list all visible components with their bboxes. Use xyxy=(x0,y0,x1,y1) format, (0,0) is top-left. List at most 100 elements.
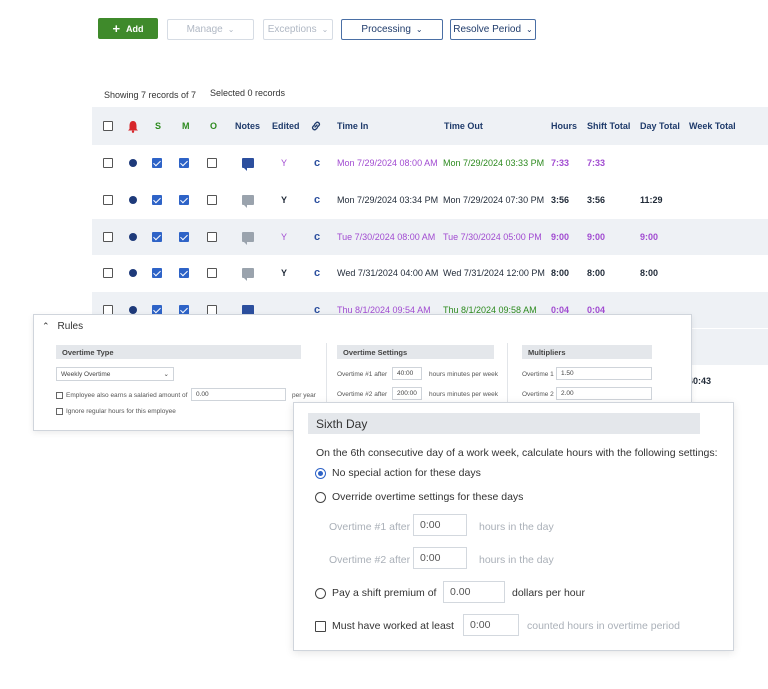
overtime-type-heading: Overtime Type xyxy=(56,345,301,359)
time-out[interactable]: Tue 7/30/2024 05:00 PM xyxy=(443,219,542,255)
time-out[interactable]: Wed 7/31/2024 12:00 PM xyxy=(443,255,545,291)
row-checkbox[interactable] xyxy=(103,195,113,205)
time-in[interactable]: Tue 7/30/2024 08:00 AM xyxy=(337,219,435,255)
override-radio[interactable] xyxy=(315,492,326,503)
note-icon[interactable] xyxy=(242,195,254,208)
must-worked-input[interactable]: 0:00 xyxy=(463,614,519,636)
status-dot xyxy=(129,196,137,204)
ot1-label: Overtime #1 after xyxy=(337,371,388,378)
s-checkbox[interactable] xyxy=(152,232,162,242)
shift-total: 7:33 xyxy=(587,158,606,168)
hours: 3:56 xyxy=(551,195,570,205)
time-in[interactable]: Mon 7/29/2024 08:00 AM xyxy=(337,145,438,181)
link-bracket-icon[interactable]: c xyxy=(314,145,320,181)
link-bracket-icon[interactable]: c xyxy=(314,182,320,218)
link-bracket-icon[interactable]: c xyxy=(314,255,320,291)
column-time-in[interactable]: Time In xyxy=(337,107,368,145)
mult2-label: Overtime 2 xyxy=(522,391,554,398)
column-hours[interactable]: Hours xyxy=(551,107,577,145)
m-checkbox[interactable] xyxy=(179,232,189,242)
hours: 7:33 xyxy=(551,158,570,168)
ot2-label: Overtime #2 after xyxy=(329,554,411,566)
processing-dropdown[interactable]: Processing ⌄ xyxy=(341,19,443,40)
note-icon[interactable] xyxy=(242,268,254,281)
status-dot xyxy=(129,233,137,241)
s-checkbox[interactable] xyxy=(152,158,162,168)
column-edited[interactable]: Edited xyxy=(272,107,300,145)
note-icon[interactable] xyxy=(242,158,254,171)
ot2-unit: hours in the day xyxy=(479,554,554,566)
premium-input[interactable]: 0.00 xyxy=(443,581,505,603)
mult2-input[interactable]: 2.00 xyxy=(556,387,652,400)
selected-count: Selected 0 records xyxy=(210,88,286,98)
mult1-label: Overtime 1 xyxy=(522,371,554,378)
time-out[interactable]: Mon 7/29/2024 03:33 PM xyxy=(443,145,544,181)
row-checkbox[interactable] xyxy=(103,268,113,278)
premium-label: Pay a shift premium of xyxy=(332,587,437,599)
ot2-label: Overtime #2 after xyxy=(337,391,388,398)
s-checkbox[interactable] xyxy=(152,195,162,205)
add-button[interactable]: + Add xyxy=(98,18,158,39)
ot2-input[interactable]: 200:00 xyxy=(392,387,422,400)
time-out[interactable]: Mon 7/29/2024 07:30 PM xyxy=(443,182,544,218)
per-year-label: per year xyxy=(292,392,316,399)
rules-header[interactable]: ⌃ Rules xyxy=(42,321,83,332)
row-checkbox[interactable] xyxy=(103,158,113,168)
override-label: Override overtime settings for these day… xyxy=(332,491,524,503)
edited-flag: Y xyxy=(281,195,288,205)
o-checkbox[interactable] xyxy=(207,158,217,168)
column-time-out[interactable]: Time Out xyxy=(444,107,483,145)
m-checkbox[interactable] xyxy=(179,158,189,168)
salaried-checkbox[interactable] xyxy=(56,392,63,399)
column-notes[interactable]: Notes xyxy=(235,107,260,145)
ot1-unit: hours in the day xyxy=(479,521,554,533)
mult1-input[interactable]: 1.50 xyxy=(556,367,652,380)
shift-total: 9:00 xyxy=(587,232,606,242)
chevron-up-icon[interactable]: ⌃ xyxy=(42,321,50,332)
manage-dropdown[interactable]: Manage ⌄ xyxy=(167,19,254,40)
m-checkbox[interactable] xyxy=(179,268,189,278)
ot1-label: Overtime #1 after xyxy=(329,521,411,533)
time-in[interactable]: Mon 7/29/2024 03:34 PM xyxy=(337,182,438,218)
link-icon xyxy=(310,107,322,145)
resolve-period-dropdown[interactable]: Resolve Period ⌄ xyxy=(450,19,536,40)
row-checkbox[interactable] xyxy=(103,232,113,242)
select-all-checkbox[interactable] xyxy=(103,121,113,131)
table-row[interactable]: Y c Mon 7/29/2024 08:00 AM Mon 7/29/2024… xyxy=(92,145,768,181)
chevron-down-icon: ⌄ xyxy=(227,25,235,34)
column-day-total[interactable]: Day Total xyxy=(640,107,680,145)
premium-radio[interactable] xyxy=(315,588,326,599)
exceptions-dropdown[interactable]: Exceptions ⌄ xyxy=(263,19,333,40)
table-row[interactable]: Y c Wed 7/31/2024 04:00 AM Wed 7/31/2024… xyxy=(92,255,768,291)
no-action-radio[interactable] xyxy=(315,468,326,479)
time-in[interactable]: Wed 7/31/2024 04:00 AM xyxy=(337,255,438,291)
salaried-label: Employee also earns a salaried amount of xyxy=(66,392,188,399)
table-header: S M O Notes Edited Time In Time Out Hour… xyxy=(92,107,768,145)
table-row[interactable]: Y c Mon 7/29/2024 03:34 PM Mon 7/29/2024… xyxy=(92,182,768,218)
column-shift-total[interactable]: Shift Total xyxy=(587,107,630,145)
table-row[interactable]: Y c Tue 7/30/2024 08:00 AM Tue 7/30/2024… xyxy=(92,219,768,255)
day-total: 8:00 xyxy=(640,268,659,278)
edited-flag: Y xyxy=(281,158,288,168)
must-worked-checkbox[interactable] xyxy=(315,621,326,632)
o-checkbox[interactable] xyxy=(207,232,217,242)
s-checkbox[interactable] xyxy=(152,268,162,278)
ot1-input[interactable]: 0:00 xyxy=(413,514,467,536)
o-checkbox[interactable] xyxy=(207,195,217,205)
o-checkbox[interactable] xyxy=(207,268,217,278)
day-total: 9:00 xyxy=(640,232,659,242)
column-o-icon: O xyxy=(210,121,218,131)
divider xyxy=(326,343,327,403)
salaried-amount-input[interactable]: 0.00 xyxy=(191,388,286,401)
m-checkbox[interactable] xyxy=(179,195,189,205)
overtime-type-select[interactable]: Weekly Overtime ⌄ xyxy=(56,367,174,381)
link-bracket-icon[interactable]: c xyxy=(314,219,320,255)
ignore-checkbox[interactable] xyxy=(56,408,63,415)
ot2-input[interactable]: 0:00 xyxy=(413,547,467,569)
ot1-input[interactable]: 40:00 xyxy=(392,367,422,380)
overtime-settings-heading: Overtime Settings xyxy=(337,345,494,359)
alarm-icon xyxy=(127,107,139,145)
column-week-total[interactable]: Week Total xyxy=(689,107,736,145)
column-s-icon: S xyxy=(155,121,162,131)
note-icon[interactable] xyxy=(242,232,254,245)
